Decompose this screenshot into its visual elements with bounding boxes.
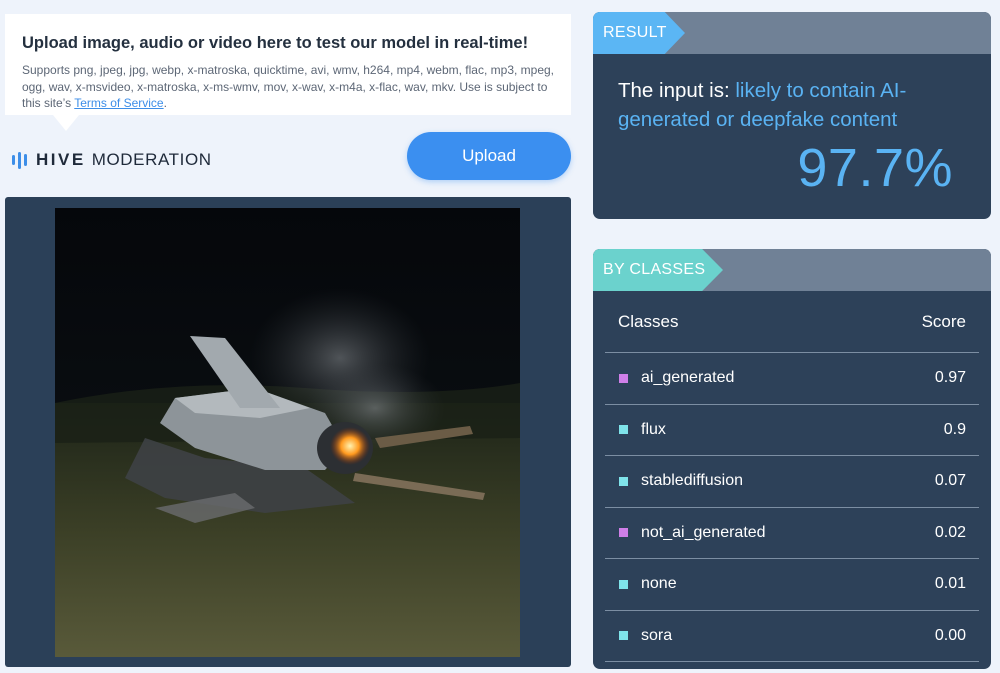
- table-row: stablediffusion 0.07: [605, 456, 979, 508]
- class-color-swatch: [619, 579, 628, 589]
- upload-button[interactable]: Upload: [407, 132, 571, 180]
- table-row: not_ai_generated 0.02: [605, 508, 979, 559]
- image-preview-panel: [5, 197, 571, 667]
- column-header-score: Score: [921, 311, 966, 331]
- result-text: The input is: likely to contain AI-gener…: [593, 54, 991, 134]
- class-score: 0.9: [943, 420, 966, 438]
- class-color-swatch: [619, 476, 628, 486]
- class-color-swatch: [619, 373, 628, 383]
- terms-of-service-link[interactable]: Terms of Service: [74, 96, 163, 110]
- table-row: ai_generated 0.97: [605, 353, 979, 405]
- class-score: 0.02: [934, 523, 966, 541]
- result-prefix: The input is:: [618, 79, 736, 102]
- logo-brand: HIVE: [36, 150, 86, 169]
- class-label: not_ai_generated: [641, 523, 766, 541]
- class-score: 0.00: [934, 626, 966, 644]
- result-tag: RESULT: [593, 12, 685, 54]
- hive-moderation-logo[interactable]: HIVE MODERATION: [12, 150, 212, 170]
- column-header-classes: Classes: [618, 311, 679, 331]
- class-label: flux: [641, 420, 666, 438]
- uploaded-image: [55, 208, 520, 657]
- table-row: none 0.01: [605, 559, 979, 611]
- supported-formats-text: Supports png, jpeg, jpg, webp, x-matrosk…: [22, 62, 555, 112]
- hive-bars-icon: [12, 151, 27, 169]
- table-row: sora 0.00: [605, 611, 979, 662]
- class-color-swatch: [619, 631, 628, 641]
- class-label: stablediffusion: [641, 472, 743, 490]
- class-color-swatch: [619, 528, 628, 538]
- upload-info-card: Upload image, audio or video here to tes…: [5, 14, 571, 131]
- result-score: 97.7%: [797, 138, 953, 198]
- result-card: RESULT The input is: likely to contain A…: [593, 12, 991, 219]
- upload-title: Upload image, audio or video here to tes…: [22, 34, 529, 52]
- class-color-swatch: [619, 425, 628, 435]
- table-row: flux 0.9: [605, 405, 979, 456]
- classes-tag: BY CLASSES: [593, 249, 723, 291]
- classes-header: BY CLASSES: [593, 249, 991, 291]
- result-header: RESULT: [593, 12, 991, 54]
- class-label: none: [641, 575, 677, 593]
- class-score: 0.01: [934, 575, 966, 593]
- logo-product: MODERATION: [91, 150, 212, 169]
- class-label: sora: [641, 626, 673, 644]
- crashed-jet-image: [55, 208, 520, 657]
- class-label: ai_generated: [641, 369, 735, 387]
- class-score: 0.97: [934, 369, 966, 387]
- terms-suffix: .: [163, 96, 167, 110]
- class-score: 0.07: [934, 472, 966, 490]
- classes-card: BY CLASSES Classes Score ai_generated 0.…: [593, 249, 991, 669]
- classes-table-header: Classes Score: [605, 291, 979, 353]
